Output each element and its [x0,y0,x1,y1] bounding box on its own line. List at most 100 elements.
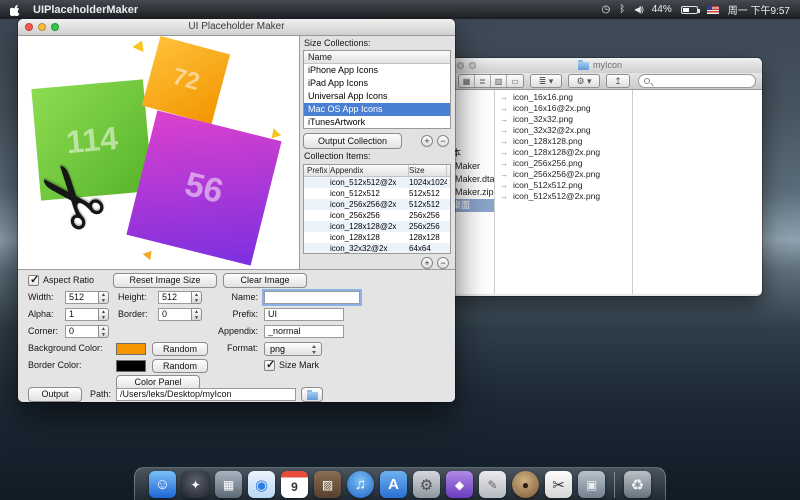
alpha-input[interactable]: 1 [65,308,99,321]
file-item[interactable]: icon_256x256.png [495,158,632,169]
minimize-button[interactable] [457,62,464,69]
preview-square-orange: 72 [142,36,230,124]
column-view-icon[interactable]: ▥ [491,75,507,87]
add-item-button[interactable]: + [421,257,433,269]
dock-icon-parallels[interactable]: ▣ [578,471,605,498]
dock-icon-finder[interactable]: ☺ [149,471,176,498]
file-item[interactable]: icon_32x32.png [495,114,632,125]
width-stepper[interactable] [98,291,109,304]
border-color-swatch[interactable] [116,360,146,372]
menu-bar-clock[interactable]: 周一 下午9:57 [728,2,790,17]
height-stepper[interactable] [191,291,202,304]
file-item[interactable]: icon_128x128@2x.png [495,147,632,158]
coverflow-view-icon[interactable]: ▭ [507,75,523,87]
main-titlebar[interactable]: UI Placeholder Maker [18,19,455,36]
search-input[interactable] [638,74,756,88]
border-random-button[interactable]: Random [152,359,208,373]
add-collection-button[interactable]: + [421,135,433,147]
background-random-button[interactable]: Random [152,342,208,356]
dock-icon-notes[interactable]: ✎ [479,471,506,498]
output-collection-button[interactable]: Output Collection [303,133,402,149]
triangle-decoration [143,248,156,261]
preview-canvas[interactable]: 114 72 56 ✂ [18,36,300,269]
dock-icon-system-preferences[interactable]: ⚙ [413,471,440,498]
battery-percent[interactable]: 44% [652,4,672,15]
dock-icon-calendar[interactable]: 9 [281,471,308,498]
collection-item-row[interactable]: icon_256x256 256x256 [304,210,450,221]
width-input[interactable]: 512 [65,291,99,304]
prefix-column-header[interactable]: Prefix [304,165,330,176]
time-machine-icon[interactable]: ◷ [602,0,611,19]
apple-menu[interactable] [10,3,21,16]
finder-window[interactable]: myIcon ▦ ≣ ▥ ▭ ≣ ▾ ⚙ ▾ ↥ 本 rMaker rMaker… [438,58,762,296]
file-item[interactable]: icon_512x512@2x.png [495,191,632,202]
format-select[interactable]: png [264,342,322,356]
collection-item-row[interactable]: icon_128x128 128x128 [304,232,450,243]
size-collection-item[interactable]: iPad App Icons [304,77,450,90]
dock-icon-ui-placeholder-maker[interactable]: ✂ [545,471,572,498]
name-column-header[interactable]: Name [304,51,450,64]
trash-icon[interactable]: ♻ [624,471,651,498]
finder-titlebar[interactable]: myIcon [438,58,762,73]
file-item[interactable]: icon_256x256@2x.png [495,169,632,180]
output-button[interactable]: Output [28,387,82,402]
file-item[interactable]: icon_128x128.png [495,136,632,147]
icon-view-icon[interactable]: ▦ [459,75,475,87]
path-input[interactable]: /Users/leks/Desktop/myIcon [116,388,296,401]
size-collection-item[interactable]: iPhone App Icons [304,64,450,77]
reset-image-size-button[interactable]: Reset Image Size [113,273,217,288]
alpha-stepper[interactable] [98,308,109,321]
collection-item-row[interactable]: icon_512x512@2x 1024x1024 [304,177,450,188]
aspect-ratio-checkbox[interactable] [28,275,39,286]
name-input[interactable] [264,291,360,304]
input-source-flag-icon[interactable] [707,6,719,14]
remove-item-button[interactable]: − [437,257,449,269]
action-gear-button[interactable]: ⚙ ▾ [568,74,600,88]
collection-item-row[interactable]: icon_32x32@2x 64x64 [304,243,450,254]
remove-collection-button[interactable]: − [437,135,449,147]
volume-icon[interactable]: ◀)) [634,0,642,19]
dock-icon-safari[interactable]: ◉ [248,471,275,498]
size-column-header[interactable]: Size [409,165,447,176]
share-button[interactable]: ↥ [606,74,630,88]
background-color-swatch[interactable] [116,343,146,355]
dock-icon-itunes[interactable]: ♫ [347,471,374,498]
dock-icon-bean[interactable]: ● [512,471,539,498]
clear-image-button[interactable]: Clear Image [223,273,307,288]
choose-path-button[interactable] [301,387,323,402]
appendix-input[interactable]: _normal [264,325,344,338]
file-item[interactable]: icon_16x16.png [495,92,632,103]
battery-icon[interactable] [681,6,698,14]
zoom-button[interactable] [469,62,476,69]
file-item[interactable]: icon_32x32@2x.png [495,125,632,136]
collection-item-row[interactable]: icon_128x128@2x 256x256 [304,221,450,232]
appendix-column-header[interactable]: Appendix [330,165,409,176]
zoom-button[interactable] [51,23,59,31]
active-app-menu-title[interactable]: UIPlaceholderMaker [33,4,138,16]
close-button[interactable] [25,23,33,31]
corner-input[interactable]: 0 [65,325,99,338]
dock-icon-photos[interactable]: ▨ [314,471,341,498]
size-mark-checkbox[interactable] [264,360,275,371]
list-view-icon[interactable]: ≣ [475,75,491,87]
dock-icon-ibooks[interactable]: ◆ [446,471,473,498]
dock-icon-launchpad[interactable]: ✦ [182,471,209,498]
border-stepper[interactable] [191,308,202,321]
size-collection-item[interactable]: Universal App Icons [304,90,450,103]
collection-item-row[interactable]: icon_256x256@2x 512x512 [304,199,450,210]
height-input[interactable]: 512 [158,291,192,304]
collection-item-row[interactable]: icon_512x512 512x512 [304,188,450,199]
file-item[interactable]: icon_512x512.png [495,180,632,191]
dock-icon-app-store[interactable]: A [380,471,407,498]
dock-icon-mission-control[interactable]: ▦ [215,471,242,498]
file-item[interactable]: icon_16x16@2x.png [495,103,632,114]
minimize-button[interactable] [38,23,46,31]
size-collection-item[interactable]: iTunesArtwork [304,116,450,129]
prefix-input[interactable]: UI [264,308,344,321]
ui-placeholder-maker-window[interactable]: UI Placeholder Maker 114 72 56 ✂ Size Co… [18,19,455,402]
bluetooth-icon[interactable]: ᛒ [619,0,625,19]
border-input[interactable]: 0 [158,308,192,321]
size-collection-item-selected[interactable]: Mac OS App Icons [304,103,450,116]
arrange-button[interactable]: ≣ ▾ [530,74,562,88]
corner-stepper[interactable] [98,325,109,338]
